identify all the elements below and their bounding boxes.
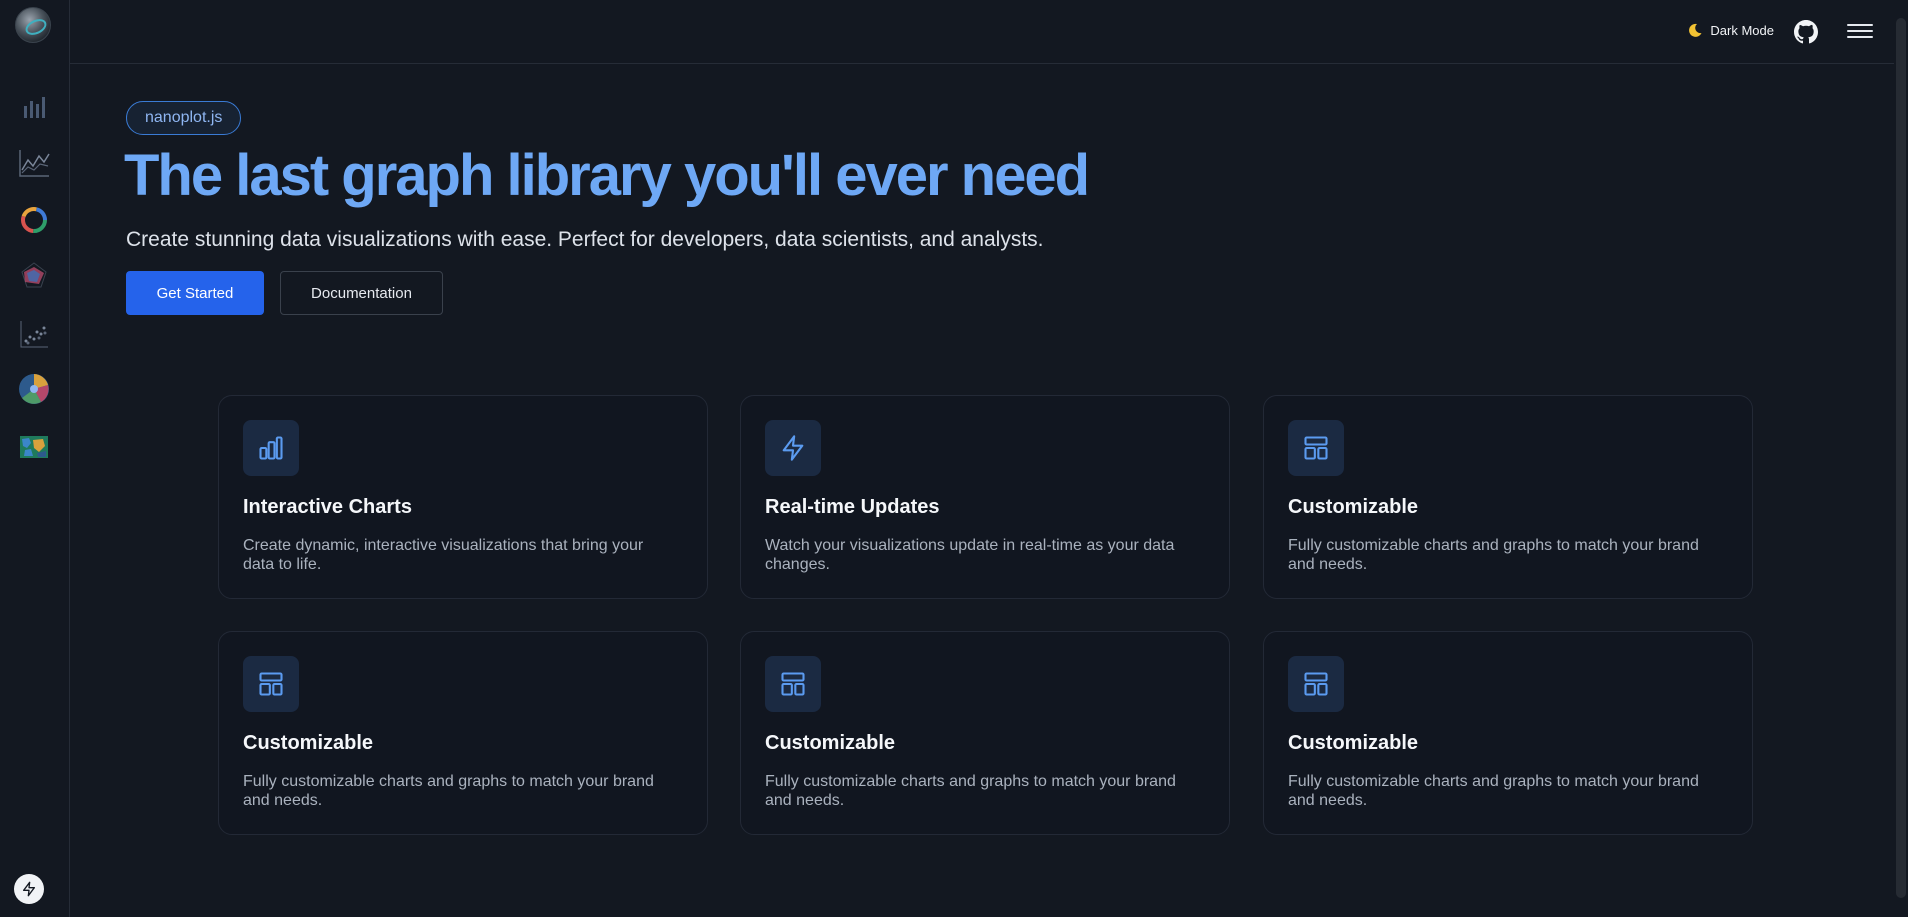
sidebar-item-line-chart[interactable] <box>17 146 51 180</box>
layout-icon <box>781 672 805 696</box>
map-chart-icon <box>20 436 48 458</box>
dark-mode-label: Dark Mode <box>1710 22 1774 38</box>
sidebar-item-donut-chart[interactable] <box>17 203 51 237</box>
feature-card: Customizable Fully customizable charts a… <box>1263 631 1753 835</box>
feature-card: Real-time Updates Watch your visualizati… <box>740 395 1230 599</box>
card-title: Customizable <box>1288 496 1419 518</box>
card-description: Fully customizable charts and graphs to … <box>243 773 654 809</box>
library-badge: nanoplot.js <box>126 101 242 135</box>
github-icon[interactable] <box>1794 20 1818 44</box>
card-icon-container <box>1288 420 1344 476</box>
bar-chart-icon <box>259 436 283 460</box>
scatter-chart-icon <box>20 321 48 348</box>
dark-mode-toggle[interactable]: Dark Mode <box>1687 22 1774 38</box>
card-title: Real-time Updates <box>765 496 940 518</box>
sidebar <box>0 0 70 917</box>
layout-icon <box>259 672 283 696</box>
card-title: Customizable <box>1288 732 1419 754</box>
hamburger-menu-icon[interactable] <box>1847 20 1873 44</box>
card-icon-container <box>765 420 821 476</box>
lightning-icon <box>23 881 35 897</box>
page-headline: The last graph library you'll ever need <box>124 143 1090 208</box>
layout-icon <box>1304 672 1328 696</box>
card-icon-container <box>243 656 299 712</box>
card-icon-container <box>1288 656 1344 712</box>
donut-chart-icon <box>21 207 47 233</box>
logo[interactable] <box>15 7 51 43</box>
lightning-icon <box>782 435 804 461</box>
sidebar-item-bar-chart[interactable] <box>17 90 51 124</box>
sidebar-item-radar-chart[interactable] <box>17 258 51 292</box>
get-started-button[interactable]: Get Started <box>126 271 264 315</box>
top-bar: Dark Mode <box>70 0 1908 64</box>
page-scrollbar[interactable] <box>1894 0 1908 917</box>
card-description: Fully customizable charts and graphs to … <box>765 773 1176 809</box>
feature-card: Interactive Charts Create dynamic, inter… <box>218 395 708 599</box>
lightning-button[interactable] <box>14 874 44 904</box>
page-subheadline: Create stunning data visualizations with… <box>126 228 1044 251</box>
sidebar-item-polar-chart[interactable] <box>17 372 51 406</box>
bar-chart-icon <box>24 97 45 118</box>
radar-chart-icon <box>21 262 47 288</box>
layout-icon <box>1304 436 1328 460</box>
card-description: Fully customizable charts and graphs to … <box>1288 773 1699 809</box>
card-icon-container <box>243 420 299 476</box>
card-icon-container <box>765 656 821 712</box>
card-title: Interactive Charts <box>243 496 412 518</box>
card-description: Create dynamic, interactive visualizatio… <box>243 537 644 573</box>
line-chart-icon <box>19 150 50 177</box>
scrollbar-thumb[interactable] <box>1896 18 1906 898</box>
feature-card: Customizable Fully customizable charts a… <box>740 631 1230 835</box>
documentation-button[interactable]: Documentation <box>280 271 443 315</box>
card-description: Watch your visualizations update in real… <box>765 537 1175 573</box>
polar-chart-icon <box>19 374 49 404</box>
feature-card: Customizable Fully customizable charts a… <box>218 631 708 835</box>
sidebar-item-map-chart[interactable] <box>17 430 51 464</box>
feature-card: Customizable Fully customizable charts a… <box>1263 395 1753 599</box>
moon-icon <box>1689 23 1702 37</box>
card-description: Fully customizable charts and graphs to … <box>1288 537 1699 573</box>
sidebar-item-scatter-chart[interactable] <box>17 317 51 351</box>
card-title: Customizable <box>243 732 374 754</box>
card-title: Customizable <box>765 732 896 754</box>
